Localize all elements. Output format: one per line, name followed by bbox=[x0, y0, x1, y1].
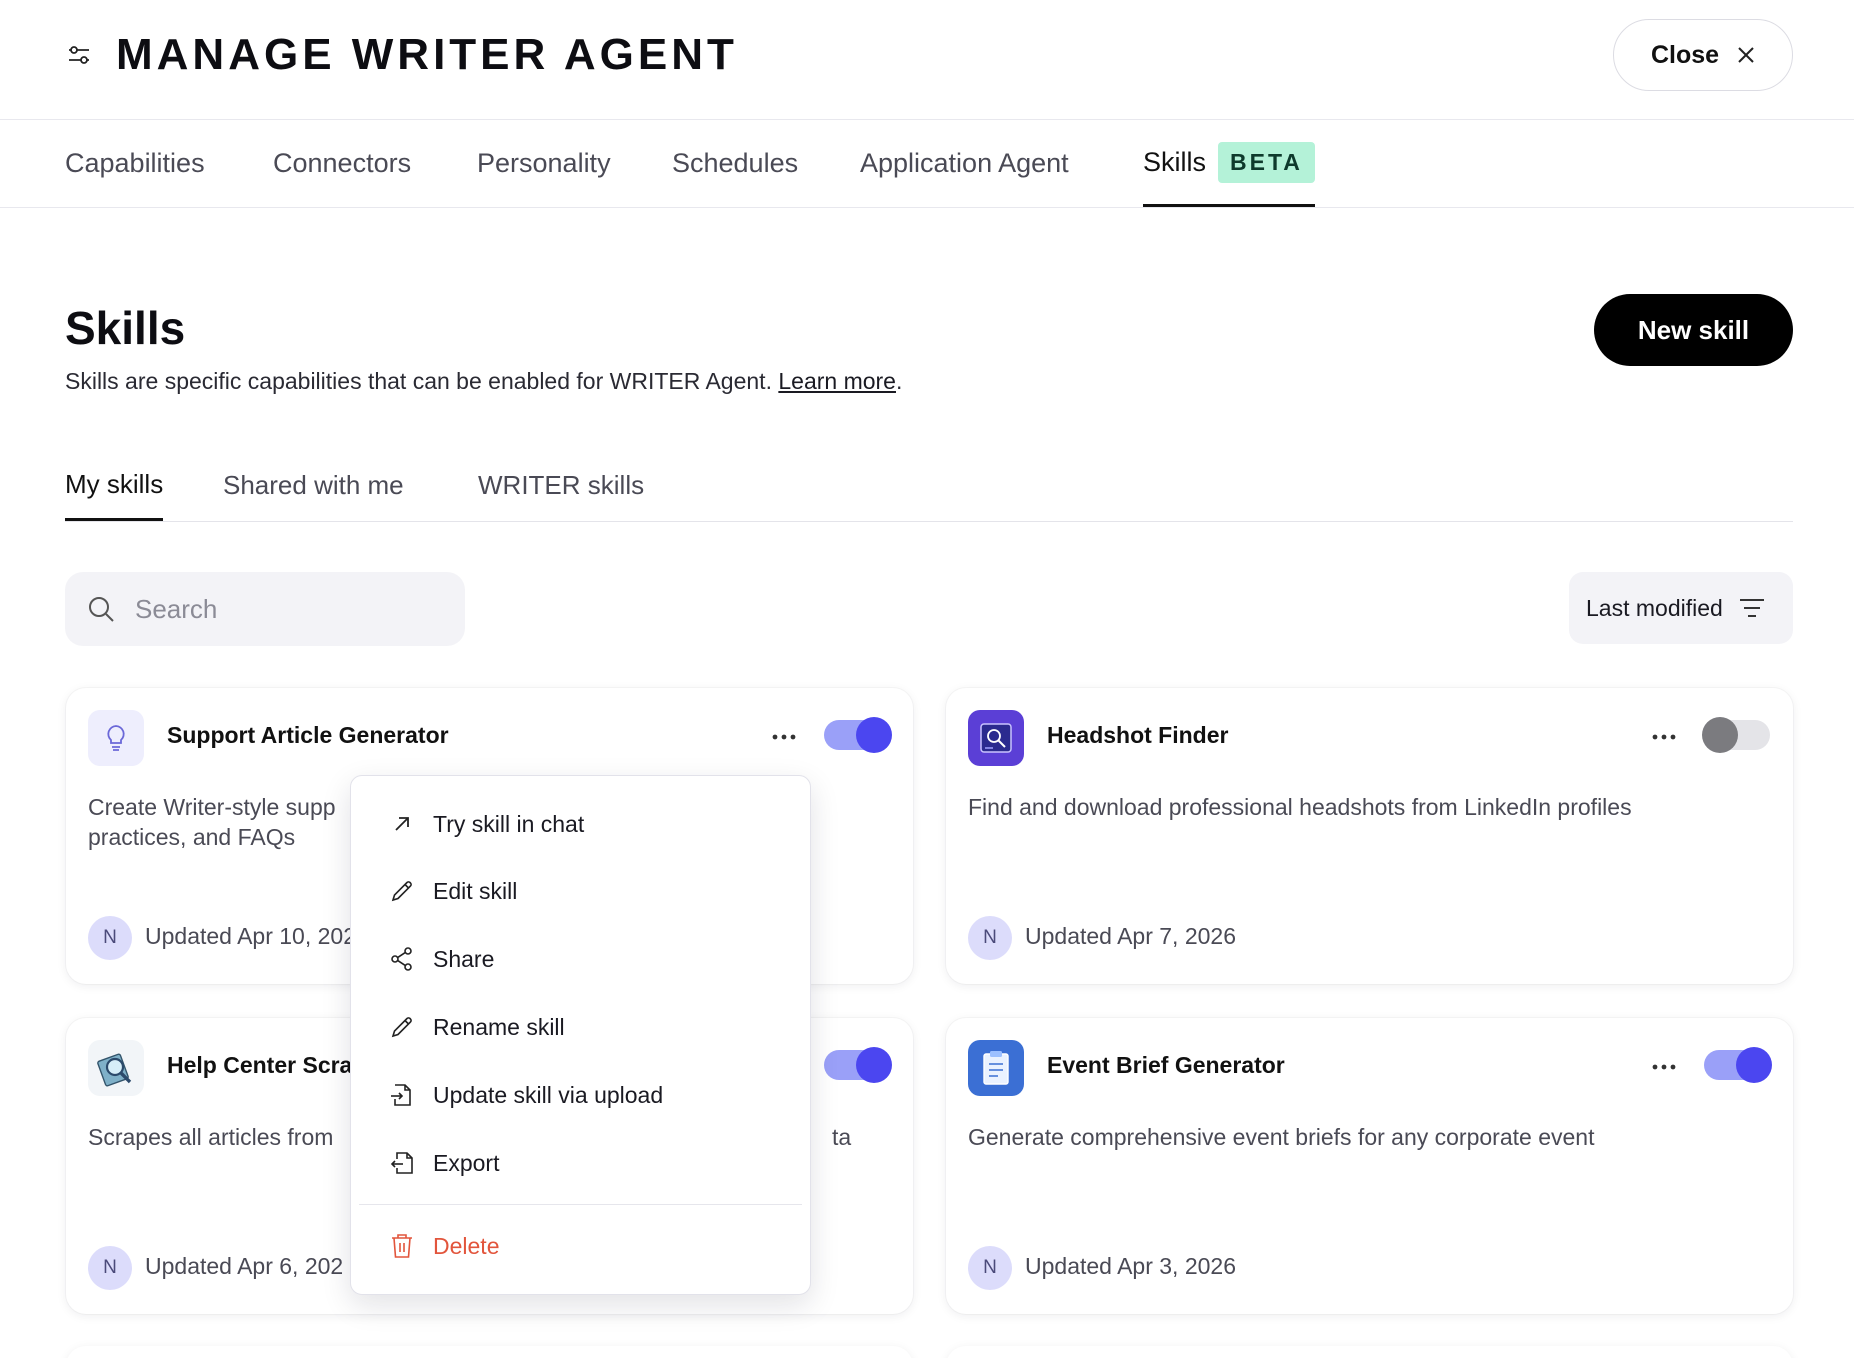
top-tab-bar: Capabilities Connectors Personality Sche… bbox=[0, 120, 1854, 208]
page-title: MANAGE WRITER AGENT bbox=[116, 30, 738, 79]
menu-item-export[interactable]: Export bbox=[351, 1134, 810, 1192]
description-text: Skills are specific capabilities that ca… bbox=[65, 368, 772, 394]
trash-icon bbox=[389, 1233, 415, 1259]
skill-toggle[interactable] bbox=[1704, 1047, 1772, 1083]
search-icon bbox=[87, 595, 115, 623]
tab-label: My skills bbox=[65, 468, 164, 499]
search-input[interactable]: Search bbox=[65, 572, 465, 646]
description-line-1: Scrapes all articles from bbox=[88, 1124, 334, 1150]
sort-dropdown[interactable]: Last modified bbox=[1569, 572, 1793, 644]
skill-title: Support Article Generator bbox=[167, 722, 449, 748]
tab-connectors[interactable]: Connectors bbox=[273, 120, 411, 207]
skill-title: Event Brief Generator bbox=[1047, 1052, 1285, 1078]
tab-personality[interactable]: Personality bbox=[477, 120, 611, 207]
tab-label: Schedules bbox=[672, 148, 799, 178]
magnifier-book-icon bbox=[88, 1040, 144, 1096]
skill-toggle[interactable] bbox=[824, 717, 892, 753]
close-label: Close bbox=[1650, 40, 1720, 69]
tab-label: Connectors bbox=[273, 148, 412, 178]
more-options-button[interactable] bbox=[1646, 1052, 1682, 1082]
tab-application-agent[interactable]: Application Agent bbox=[860, 120, 1069, 207]
menu-item-rename-skill[interactable]: Rename skill bbox=[351, 998, 810, 1056]
description-tail: ta bbox=[832, 1124, 852, 1150]
menu-item-try-in-chat[interactable]: Try skill in chat bbox=[351, 795, 810, 853]
avatar: N bbox=[968, 1246, 1012, 1290]
skill-toggle[interactable] bbox=[824, 1047, 892, 1083]
close-icon bbox=[1737, 46, 1755, 64]
pencil-icon bbox=[389, 878, 415, 904]
tab-skills[interactable]: Skills BETA bbox=[1143, 120, 1315, 207]
lightbulb-icon bbox=[88, 710, 144, 766]
toggle-knob bbox=[856, 1047, 892, 1083]
tab-label: Application Agent bbox=[860, 148, 1069, 178]
menu-item-edit-skill[interactable]: Edit skill bbox=[351, 862, 810, 920]
menu-item-label: Rename skill bbox=[433, 1013, 565, 1040]
avatar: N bbox=[968, 916, 1012, 960]
tab-label: Skills bbox=[1143, 146, 1207, 177]
skill-card[interactable] bbox=[66, 1346, 913, 1358]
menu-item-label: Export bbox=[433, 1149, 500, 1176]
skill-title: Help Center Scra bbox=[167, 1052, 353, 1078]
skill-card[interactable]: Event Brief Generator Generate comprehen… bbox=[946, 1018, 1793, 1314]
menu-item-label: Try skill in chat bbox=[433, 810, 585, 837]
pencil-icon bbox=[389, 1014, 415, 1040]
clipboard-icon bbox=[968, 1040, 1024, 1096]
share-icon bbox=[389, 946, 415, 972]
section-description: Skills are specific capabilities that ca… bbox=[65, 368, 902, 395]
updated-timestamp: Updated Apr 7, 2026 bbox=[1025, 923, 1236, 949]
tab-label: WRITER skills bbox=[478, 470, 645, 500]
menu-item-update-via-upload[interactable]: Update skill via upload bbox=[351, 1066, 810, 1124]
skill-context-menu: Try skill in chat Edit skill Share Renam… bbox=[350, 775, 811, 1295]
tab-capabilities[interactable]: Capabilities bbox=[65, 120, 205, 207]
skills-sub-tab-bar: My skills Shared with me WRITER skills bbox=[65, 450, 1793, 522]
page-header: MANAGE WRITER AGENT Close bbox=[0, 0, 1854, 120]
file-export-icon bbox=[389, 1150, 415, 1176]
menu-item-label: Edit skill bbox=[433, 877, 518, 904]
arrow-up-right-icon bbox=[389, 811, 415, 837]
skill-card[interactable]: Headshot Finder Find and download profes… bbox=[946, 688, 1793, 984]
tab-shared-with-me[interactable]: Shared with me bbox=[223, 450, 404, 521]
skill-description: Generate comprehensive event briefs for … bbox=[968, 1124, 1595, 1150]
new-skill-button[interactable]: New skill bbox=[1594, 294, 1793, 366]
tab-label: Personality bbox=[477, 148, 611, 178]
beta-badge: BETA bbox=[1218, 141, 1315, 183]
tab-writer-skills[interactable]: WRITER skills bbox=[478, 450, 644, 521]
sort-label: Last modified bbox=[1586, 594, 1723, 621]
menu-item-label: Delete bbox=[433, 1232, 500, 1259]
menu-item-label: Share bbox=[433, 945, 495, 972]
menu-item-label: Update skill via upload bbox=[433, 1081, 664, 1108]
tab-my-skills[interactable]: My skills bbox=[65, 450, 164, 521]
close-button[interactable]: Close bbox=[1613, 19, 1793, 91]
filter-lines-icon bbox=[1739, 597, 1765, 619]
toggle-knob bbox=[1702, 717, 1738, 753]
learn-more-link[interactable]: Learn more bbox=[778, 368, 896, 394]
updated-timestamp: Updated Apr 3, 2026 bbox=[1025, 1253, 1236, 1279]
tab-label: Capabilities bbox=[65, 148, 205, 178]
menu-divider bbox=[359, 1204, 802, 1205]
search-placeholder: Search bbox=[135, 593, 218, 624]
file-upload-icon bbox=[389, 1082, 415, 1108]
skill-toggle[interactable] bbox=[1702, 717, 1770, 753]
avatar: N bbox=[88, 916, 132, 960]
id-card-search-icon bbox=[968, 710, 1024, 766]
tab-label: Shared with me bbox=[223, 470, 404, 500]
toggle-knob bbox=[856, 717, 892, 753]
skill-card[interactable] bbox=[946, 1346, 1793, 1358]
more-options-button[interactable] bbox=[1646, 722, 1682, 752]
skill-title: Headshot Finder bbox=[1047, 722, 1229, 748]
menu-item-share[interactable]: Share bbox=[351, 930, 810, 988]
description-period: . bbox=[895, 368, 903, 394]
more-options-button[interactable] bbox=[766, 722, 802, 752]
menu-item-delete[interactable]: Delete bbox=[351, 1217, 810, 1275]
updated-timestamp: Updated Apr 10, 202 bbox=[145, 923, 356, 949]
avatar: N bbox=[88, 1246, 132, 1290]
sliders-icon bbox=[66, 42, 92, 68]
toggle-knob bbox=[1736, 1047, 1772, 1083]
skill-description: Find and download professional headshots… bbox=[968, 794, 1632, 820]
section-title: Skills bbox=[65, 302, 186, 354]
updated-timestamp: Updated Apr 6, 202 bbox=[145, 1253, 344, 1279]
tab-schedules[interactable]: Schedules bbox=[672, 120, 798, 207]
